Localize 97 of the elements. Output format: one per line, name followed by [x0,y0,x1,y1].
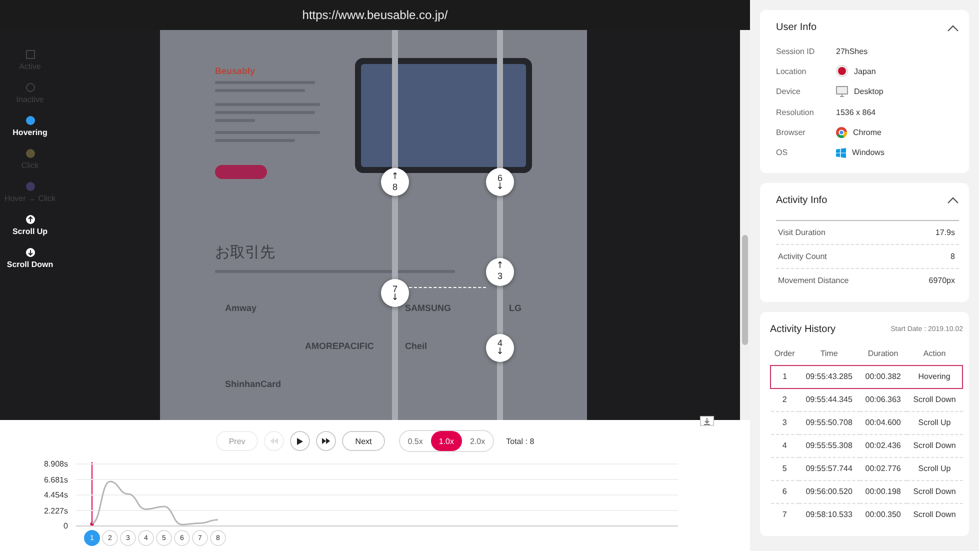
table-cell: 5 [770,457,799,480]
table-cell: 00:04.600 [860,411,907,434]
download-icon[interactable] [700,416,714,426]
axis-label: 6.681s [42,475,68,484]
table-cell: 00:06.363 [860,388,907,412]
metric-value: 8 [950,252,955,261]
table-cell: 6 [770,480,799,504]
column-header: Order [770,342,799,366]
flag-icon [836,65,848,78]
table-cell: Hovering [906,365,962,388]
field-label: Resolution [776,108,815,117]
brand-title: Beusably [215,66,256,76]
table-cell: 1 [770,365,799,388]
table-cell: Scroll Up [906,411,962,434]
playhead-line [90,462,94,526]
windows-icon [836,148,846,158]
table-cell: 09:55:55.308 [798,434,860,458]
field-label: Device [776,87,802,96]
field-value: Desktop [854,87,884,96]
section-heading: お取引先 [215,243,276,262]
table-cell: Scroll Down [906,480,962,504]
fast-forward-icon [322,438,330,444]
column-header: Duration [860,342,907,366]
up-arrow-icon [26,215,34,224]
browser-icon [836,126,847,138]
scroll-marker[interactable]: 4 ↓ [486,334,514,362]
axis-label: 2.227s [42,506,68,515]
scroll-marker[interactable]: ↑ 3 [486,258,514,286]
card-title: Activity History [770,324,836,335]
table-cell: 00:00.350 [860,503,907,526]
table-cell: 09:55:50.708 [798,411,860,434]
down-arrow-icon [26,248,34,257]
metric-label: Activity Count [778,252,827,261]
table-cell: 00:02.436 [860,434,907,458]
table-cell: 09:55:44.345 [798,388,860,412]
table-cell: 2 [770,388,799,412]
speed-option[interactable]: 0.5x [400,431,431,451]
table-cell: 7 [770,503,799,526]
scroll-marker[interactable]: ↑ 8 [381,168,409,196]
field-label: Browser [776,128,806,137]
table-cell: 4 [770,434,799,458]
client-logo: ShinhanCard [225,379,282,389]
axis-label: 8.908s [42,460,68,468]
field-label: OS [776,148,789,158]
field-value: 27hShes [836,46,868,56]
metric-label: Visit Duration [778,228,826,237]
axis-label: 4.454s [42,490,68,500]
legend-item[interactable]: Scroll Down [2,248,58,269]
table-cell: 09:56:00.520 [798,480,860,504]
column-header: Action [906,342,962,366]
cta-pill [215,165,267,179]
field-value: Japan [854,66,876,76]
field-value: Windows [852,148,884,158]
field-label: Session ID [776,46,816,56]
legend-item[interactable]: Hovering [2,116,58,137]
table-cell: Scroll Down [906,388,962,412]
next-button[interactable]: Next [342,431,385,451]
total-count: Total : 8 [506,436,534,446]
table-cell: Scroll Up [906,457,962,480]
fast-forward-button[interactable] [316,431,336,451]
scrollbar-thumb[interactable] [742,235,748,345]
scroll-marker[interactable]: 6 ↓ [486,168,514,196]
table-cell: 09:55:57.744 [798,457,860,480]
chevron-icon[interactable] [947,196,959,204]
speed-option[interactable]: 1.0x [430,431,462,451]
client-logo: LG [509,303,522,313]
chevron-icon[interactable] [947,24,959,32]
legend-item[interactable]: Scroll Up [2,215,58,236]
card-title: User Info [776,22,817,33]
play-button[interactable] [290,431,310,451]
field-value: Chrome [853,128,882,137]
monitor-icon [836,86,848,98]
column-header: Time [798,342,860,366]
table-cell: 00:00.382 [860,365,907,388]
table-cell: 00:00.198 [860,480,907,504]
table-cell: Scroll Down [906,503,962,526]
client-logo: Cheil [405,341,428,351]
square-icon [26,50,34,59]
field-label: Location [776,66,808,76]
card-title: Activity Info [776,194,828,206]
table-cell: 09:58:10.533 [798,503,860,526]
axis-label: 0 [62,522,68,530]
client-logo: AMOREPACIFIC [305,341,375,351]
table-cell: 3 [770,411,799,434]
rewind-icon [270,438,278,444]
metric-value: 17.9s [935,228,955,237]
client-logo: Amway [225,303,258,313]
field-value: 1536 x 864 [836,108,876,117]
url-text: https://www.beusable.co.jp/ [302,8,448,22]
info-icon [26,83,34,92]
table-cell: Scroll Down [906,434,962,458]
speed-option[interactable]: 2.0x [462,431,494,451]
table-cell: 00:02.776 [860,457,907,480]
table-cell: 09:55:43.285 [798,365,860,388]
metric-label: Movement Distance [778,276,849,285]
play-icon [297,438,304,444]
metric-value: 6970px [928,276,955,285]
